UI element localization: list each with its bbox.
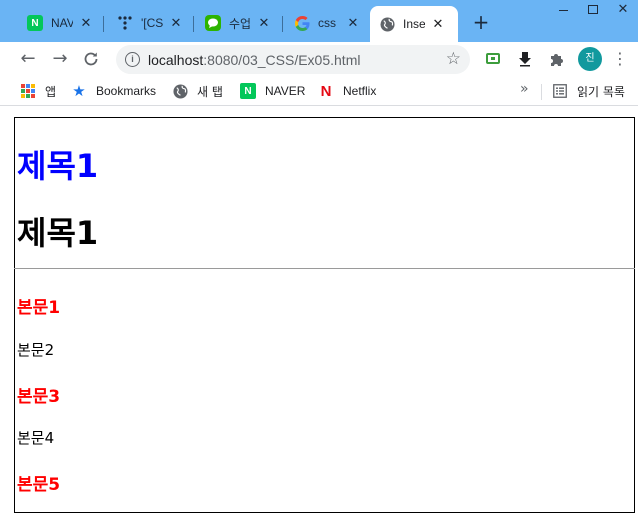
tab-strip: ✕ N NAVER ✕ '[CSS ✕ 수업 ✕ css ✕ Inser ✕ (0, 0, 638, 42)
tab-divider (193, 16, 194, 32)
reading-list-icon (552, 83, 568, 99)
tab-divider (103, 16, 104, 32)
bookmark-netflix[interactable]: N Netflix (318, 82, 377, 100)
tab-title: css (318, 16, 336, 30)
tab-css-blog[interactable]: '[CSS ✕ (108, 8, 189, 38)
tab-google-css[interactable]: css ✕ (285, 8, 366, 38)
tab-insert-active[interactable]: Inser ✕ (370, 6, 458, 42)
heading-blue: 제목1 (17, 147, 99, 185)
bookmark-label: 새 탭 (197, 84, 223, 99)
bookmark-apps[interactable]: 앱 (20, 82, 56, 100)
tab-title: '[CSS (141, 16, 163, 30)
bookmarks-bar: 앱 ★ Bookmarks 새 탭 N NAVER N Netflix » 읽기… (0, 76, 638, 106)
tab-close-icon[interactable]: ✕ (346, 16, 360, 31)
tab-title: 수업 (229, 16, 251, 31)
tab-title: Inser (403, 17, 425, 31)
star-icon: ★ (72, 82, 86, 100)
paragraph-red: 본문1 (17, 298, 61, 318)
bookmark-naver[interactable]: N NAVER (240, 82, 305, 100)
screen-extension-icon[interactable] (486, 53, 500, 64)
apps-grid-icon (20, 83, 36, 99)
window-controls: ✕ (548, 0, 638, 18)
tistory-icon (117, 15, 133, 31)
tab-close-icon[interactable]: ✕ (79, 16, 93, 31)
bookmarks-divider (541, 84, 542, 100)
tab-close-icon[interactable]: ✕ (169, 16, 183, 31)
heading-black: 제목1 (17, 214, 99, 252)
download-extension-icon[interactable] (517, 51, 533, 67)
back-arrow-icon[interactable]: ← (17, 48, 39, 70)
page-header: 제목1 제목1 (14, 117, 635, 269)
bookmark-label: Bookmarks (96, 84, 157, 98)
paragraph: 본문4 (17, 429, 55, 447)
profile-avatar[interactable]: 진 (578, 47, 602, 71)
chat-icon (205, 15, 221, 31)
address-bar[interactable]: i localhost:8080/03_CSS/Ex05.html ☆ (116, 45, 470, 74)
extensions-puzzle-icon[interactable] (549, 51, 565, 67)
page-viewport: 제목1 제목1 본문1 본문2 본문3 본문4 본문5 (0, 107, 638, 531)
reload-icon[interactable] (80, 48, 102, 70)
bookmark-label: 앱 (45, 84, 57, 99)
browser-toolbar: ← → i localhost:8080/03_CSS/Ex05.html ☆ … (0, 42, 638, 76)
page-section: 본문1 본문2 본문3 본문4 본문5 (14, 269, 635, 513)
bookmark-bookmarks[interactable]: ★ Bookmarks (71, 82, 156, 100)
bookmarks-overflow-icon[interactable]: » (520, 81, 529, 97)
globe-icon (379, 16, 395, 32)
tab-title: NAVER (51, 16, 73, 30)
forward-arrow-icon[interactable]: → (49, 48, 71, 70)
bookmark-label: NAVER (265, 84, 306, 98)
google-icon (294, 15, 310, 31)
reading-list-button[interactable]: 읽기 목록 (552, 82, 625, 100)
bookmark-label: Netflix (343, 84, 377, 98)
url-host: localhost (148, 52, 204, 68)
maximize-button[interactable] (578, 0, 608, 18)
bookmark-star-icon[interactable]: ☆ (446, 49, 461, 69)
naver-icon: N (240, 83, 256, 99)
menu-dots-icon[interactable]: ⋮ (612, 48, 628, 70)
globe-icon (172, 83, 188, 99)
tab-class[interactable]: 수업 ✕ (196, 8, 277, 38)
reading-list-label: 읽기 목록 (577, 84, 625, 99)
tab-close-icon[interactable]: ✕ (431, 17, 445, 32)
paragraph-red: 본문3 (17, 387, 61, 407)
info-icon[interactable]: i (125, 52, 140, 67)
new-tab-button[interactable]: + (470, 12, 492, 34)
bookmark-new-tab[interactable]: 새 탭 (172, 82, 223, 100)
tab-close-icon[interactable]: ✕ (257, 16, 271, 31)
url-text[interactable]: localhost:8080/03_CSS/Ex05.html (148, 52, 360, 68)
url-path: :8080/03_CSS/Ex05.html (203, 52, 361, 68)
paragraph-red: 본문5 (17, 475, 61, 495)
netflix-icon: N (320, 82, 332, 100)
paragraph: 본문2 (17, 341, 55, 359)
naver-icon: N (27, 15, 43, 31)
tab-naver[interactable]: N NAVER ✕ (18, 8, 99, 38)
tab-divider (282, 16, 283, 32)
minimize-button[interactable] (548, 0, 578, 18)
close-window-button[interactable]: ✕ (608, 0, 638, 18)
